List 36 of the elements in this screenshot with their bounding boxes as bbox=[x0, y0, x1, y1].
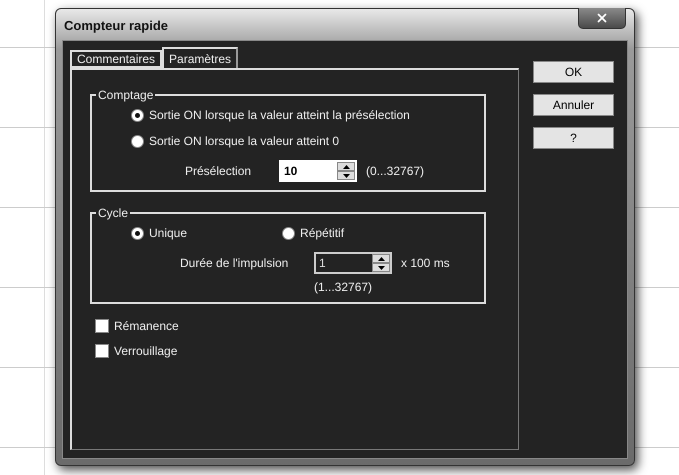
field-label: Présélection bbox=[185, 164, 252, 178]
radio-button[interactable] bbox=[131, 226, 144, 240]
dialog-button[interactable]: Annuler bbox=[533, 94, 614, 116]
range-hint: (0...32767) bbox=[366, 164, 424, 178]
close-button[interactable] bbox=[578, 8, 626, 29]
group-title: Comptage bbox=[97, 88, 154, 102]
down-arrow-icon bbox=[378, 266, 384, 270]
checkbox[interactable] bbox=[95, 319, 109, 333]
down-arrow-icon bbox=[342, 174, 350, 178]
window-title: Compteur rapide bbox=[64, 18, 168, 33]
radio-label[interactable]: Répétitif bbox=[300, 226, 344, 240]
radio-label[interactable]: Unique bbox=[149, 226, 188, 240]
dialog-button[interactable]: OK bbox=[533, 61, 614, 83]
tab[interactable]: Paramètres bbox=[162, 47, 238, 68]
checkbox-label[interactable]: Verrouillage bbox=[114, 344, 178, 358]
up-arrow-icon bbox=[378, 256, 384, 260]
spin-up-button[interactable] bbox=[337, 162, 355, 171]
number-field[interactable]: 10 bbox=[279, 160, 357, 182]
unit-label: x 100 ms bbox=[401, 256, 450, 270]
up-arrow-icon bbox=[342, 164, 350, 168]
radio-button[interactable] bbox=[131, 134, 144, 148]
checkbox-label[interactable]: Rémanence bbox=[114, 319, 179, 333]
tab[interactable]: Commentaires bbox=[70, 50, 162, 68]
field-label: Durée de l'impulsion bbox=[180, 256, 290, 270]
close-icon bbox=[595, 11, 609, 25]
radio-button[interactable] bbox=[282, 226, 296, 240]
dialog-button[interactable]: ? bbox=[533, 127, 614, 149]
checkbox[interactable] bbox=[95, 344, 109, 358]
radio-label[interactable]: Sortie ON lorsque la valeur atteint la présélection bbox=[149, 108, 410, 122]
radio-button[interactable] bbox=[131, 108, 144, 122]
radio-label[interactable]: Sortie ON lorsque la valeur atteint 0 bbox=[149, 134, 340, 148]
range-hint: (1...32767) bbox=[313, 280, 374, 294]
field-value: 10 bbox=[283, 163, 298, 180]
group-title: Cycle bbox=[97, 206, 130, 220]
spin-down-button[interactable] bbox=[337, 171, 355, 180]
field-value: 1 bbox=[318, 255, 327, 272]
